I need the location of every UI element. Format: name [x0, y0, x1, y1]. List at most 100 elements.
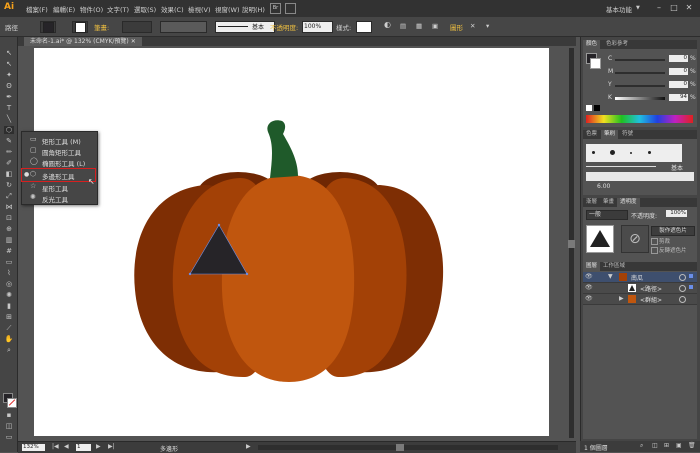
yellow-slider[interactable]: [615, 85, 665, 87]
stroke-weight-field[interactable]: [122, 21, 152, 33]
new-layer-icon[interactable]: ▣: [676, 442, 682, 449]
scale-tool-icon[interactable]: ⤢: [4, 192, 14, 200]
gradient-tool-icon[interactable]: ▭: [4, 258, 14, 266]
target-icon[interactable]: [679, 296, 686, 303]
transform-icon[interactable]: ▦: [416, 22, 422, 30]
none-swatch[interactable]: [586, 105, 592, 111]
artboard-number-field[interactable]: 1: [76, 444, 91, 451]
variable-width-profile[interactable]: [160, 21, 207, 33]
draw-mode-icon[interactable]: ◫: [4, 422, 14, 430]
ellipse-tool-item[interactable]: ◯ 橢圓形工具 (L): [22, 156, 97, 168]
shape-label[interactable]: 圖形: [450, 22, 463, 32]
workspace-switcher[interactable]: 基本功能: [606, 4, 632, 14]
no-mask-icon[interactable]: ⊘: [621, 225, 649, 253]
type-tool-icon[interactable]: T: [4, 104, 14, 112]
transparency-opacity-value[interactable]: 100%: [666, 210, 687, 217]
object-thumbnail[interactable]: [586, 225, 614, 253]
tab-gradient[interactable]: 漸層: [583, 198, 600, 207]
screen-mode-icon[interactable]: ▭: [4, 433, 14, 441]
black-value[interactable]: 94: [669, 94, 688, 101]
blob-brush-tool-icon[interactable]: ✐: [4, 159, 14, 167]
zoom-field[interactable]: 132%: [22, 444, 45, 451]
rounded-rectangle-tool-item[interactable]: ▢ 圓角矩形工具: [22, 145, 97, 157]
expand-arrow-icon[interactable]: ▼: [608, 273, 613, 280]
layer-row-pumpkin[interactable]: 👁 ▼ 南瓜: [583, 272, 697, 283]
graphic-style-swatch[interactable]: [356, 21, 372, 33]
calligraphy-brush-row[interactable]: [586, 172, 694, 181]
menu-file[interactable]: 檔案(F): [26, 4, 48, 14]
layer-row-path[interactable]: 👁 <路徑>: [583, 283, 697, 294]
collapse-arrow-icon[interactable]: ▶: [619, 295, 624, 302]
vertical-scroll-thumb[interactable]: [568, 240, 575, 248]
anchor-point-left[interactable]: [188, 272, 192, 276]
tab-color-guide[interactable]: 色彩參考: [603, 40, 631, 49]
sublayer-name[interactable]: <群組>: [640, 295, 662, 304]
chevron-down-icon[interactable]: ▼: [636, 5, 640, 11]
prev-artboard-icon[interactable]: ◀: [64, 443, 69, 450]
artboard-tool-icon[interactable]: ⊞: [4, 313, 14, 321]
clipping-mask-icon[interactable]: ◫: [652, 442, 658, 449]
tab-transparency[interactable]: 透明度: [617, 198, 640, 207]
align-icon[interactable]: ▤: [400, 22, 406, 30]
zoom-tool-icon[interactable]: ⌕: [4, 346, 14, 354]
pumpkin-stem[interactable]: [267, 120, 298, 178]
anchor-point-right[interactable]: [245, 272, 249, 276]
arrange-documents-icon[interactable]: [285, 3, 296, 14]
fill-swatch[interactable]: [40, 21, 56, 33]
maximize-icon[interactable]: □: [669, 3, 679, 12]
menu-object[interactable]: 物件(O): [80, 4, 103, 14]
perspective-grid-tool-icon[interactable]: ▥: [4, 236, 14, 244]
eraser-tool-icon[interactable]: ◧: [4, 170, 14, 178]
shape-builder-tool-icon[interactable]: ⊕: [4, 225, 14, 233]
pathfinder-icon[interactable]: ▣: [432, 22, 438, 30]
menu-view[interactable]: 檢視(V): [188, 4, 211, 14]
eye-icon[interactable]: 👁: [585, 273, 593, 280]
brush-preview-row[interactable]: [586, 144, 682, 162]
stroke-swatch[interactable]: [72, 21, 88, 33]
menu-effect[interactable]: 效果(C): [161, 4, 184, 14]
rotate-tool-icon[interactable]: ↻: [4, 181, 14, 189]
isolate-icon[interactable]: ✕: [470, 22, 475, 30]
options-icon[interactable]: ▾: [486, 22, 489, 30]
mesh-tool-icon[interactable]: #: [4, 247, 14, 255]
flare-tool-item[interactable]: ✺ 反光工具: [22, 192, 97, 204]
next-artboard-icon[interactable]: ▶: [96, 443, 101, 450]
selection-indicator[interactable]: [689, 285, 693, 289]
new-sublayer-icon[interactable]: ⊞: [664, 442, 669, 449]
status-menu-icon[interactable]: ▶: [246, 443, 251, 450]
pumpkin-center[interactable]: [221, 175, 355, 382]
locate-object-icon[interactable]: ⌕: [640, 442, 643, 450]
selection-indicator[interactable]: [689, 274, 693, 278]
eye-icon[interactable]: 👁: [585, 295, 593, 302]
pen-tool-icon[interactable]: ✒: [4, 93, 14, 101]
selection-tool-icon[interactable]: ↖: [4, 49, 14, 57]
hand-tool-icon[interactable]: ✋: [4, 335, 14, 343]
star-tool-item[interactable]: ☆ 星形工具: [22, 181, 97, 193]
cyan-value[interactable]: 0: [669, 55, 688, 62]
yellow-value[interactable]: 0: [669, 81, 688, 88]
horizontal-scroll-thumb[interactable]: [396, 444, 404, 451]
recolor-artwork-icon[interactable]: ◐: [384, 20, 391, 29]
opacity-field[interactable]: 100%: [302, 21, 333, 33]
menu-type[interactable]: 文字(T): [107, 4, 129, 14]
direct-selection-tool-icon[interactable]: ↖: [4, 60, 14, 68]
sublayer-name[interactable]: <路徑>: [640, 284, 662, 293]
tab-swatches[interactable]: 色票: [583, 130, 600, 139]
black-slider[interactable]: [615, 97, 665, 100]
make-mask-button[interactable]: 製作遮色片: [651, 226, 695, 236]
last-artboard-icon[interactable]: ▶|: [108, 443, 115, 450]
first-artboard-icon[interactable]: |◀: [52, 443, 59, 450]
invert-mask-checkbox[interactable]: [651, 247, 658, 254]
eye-icon[interactable]: 👁: [585, 284, 593, 291]
tab-stroke[interactable]: 筆畫: [600, 198, 617, 207]
symbol-sprayer-tool-icon[interactable]: ✺: [4, 291, 14, 299]
document-tab[interactable]: 未命名-1.ai* @ 132% (CMYK/預覽) ✕: [24, 37, 142, 46]
color-stroke-swatch[interactable]: [590, 58, 601, 69]
free-transform-tool-icon[interactable]: ⊡: [4, 214, 14, 222]
tab-artboards[interactable]: 工作區域: [600, 262, 628, 271]
stroke-color-swatch[interactable]: [7, 398, 17, 408]
target-icon[interactable]: [679, 274, 686, 281]
slice-tool-icon[interactable]: ⟋: [4, 324, 14, 332]
color-mode-icon[interactable]: ▪: [4, 411, 14, 419]
minimize-icon[interactable]: –: [654, 3, 664, 12]
